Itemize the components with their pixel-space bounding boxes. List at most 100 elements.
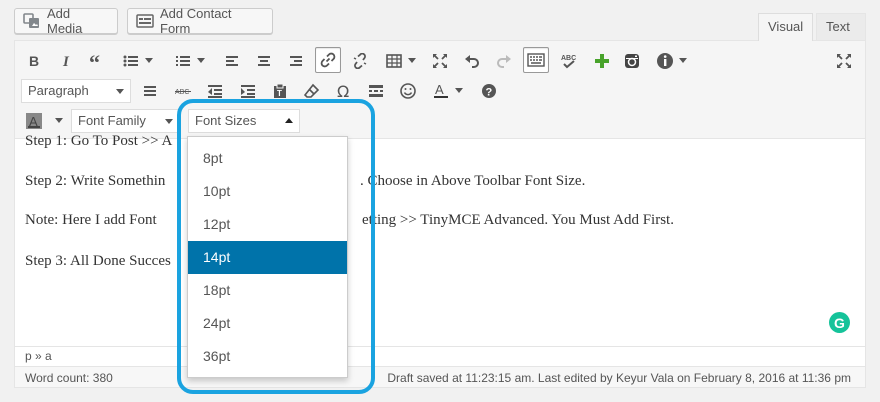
background-color-button[interactable]: A [21, 108, 63, 134]
blockquote-button[interactable]: “ [84, 48, 110, 74]
status-bar: Word count: 380 Draft saved at 11:23:15 … [15, 366, 865, 387]
chevron-down-icon [145, 58, 153, 63]
special-character-button[interactable]: Ω [331, 78, 357, 104]
editor-content[interactable]: Step 1: Go To Post >> A Step 2: Write So… [15, 133, 865, 349]
plus-icon [595, 54, 609, 68]
font-size-option[interactable]: 8pt [188, 142, 347, 175]
read-more-button[interactable] [363, 78, 389, 104]
font-sizes-value: Font Sizes [195, 113, 257, 128]
svg-text:?: ? [486, 87, 493, 99]
add-contact-form-button[interactable]: Add Contact Form [127, 6, 273, 36]
indent-button[interactable] [235, 78, 261, 104]
justify-icon [144, 86, 156, 96]
help-button[interactable]: ? [476, 78, 502, 104]
info-button[interactable] [652, 48, 687, 74]
content-line-end: etting >> TinyMCE Advanced. You Must Add… [362, 212, 674, 228]
tab-visual[interactable]: Visual [758, 13, 813, 41]
numbered-list-icon [176, 56, 190, 66]
italic-icon: I [62, 54, 70, 68]
font-size-option[interactable]: 36pt [188, 340, 347, 373]
instagram-icon [625, 54, 639, 68]
font-family-value: Font Family [78, 113, 146, 128]
chevron-down-icon [197, 58, 205, 63]
bold-button[interactable]: B [21, 48, 47, 74]
spellcheck-button[interactable]: ABC [556, 48, 582, 74]
unlink-button[interactable] [347, 48, 373, 74]
distraction-free-button[interactable] [831, 48, 857, 74]
expand-icon [837, 54, 851, 68]
outdent-button[interactable] [202, 78, 228, 104]
unlink-icon [353, 53, 367, 69]
svg-text:T: T [277, 89, 282, 98]
smiley-icon [400, 83, 416, 99]
chevron-down-icon [679, 58, 687, 63]
bullet-list-icon [123, 55, 138, 67]
clipboard-icon: T [274, 83, 286, 98]
fullscreen-button[interactable] [427, 48, 453, 74]
redo-button[interactable] [491, 48, 517, 74]
font-size-option[interactable]: 12pt [188, 208, 347, 241]
fullscreen-icon [433, 54, 447, 68]
paste-text-button[interactable]: T [267, 78, 293, 104]
text-color-icon: A [434, 83, 448, 98]
omega-icon: Ω [337, 83, 349, 99]
insert-link-button[interactable] [315, 47, 341, 73]
text-color-button[interactable]: A [428, 78, 463, 104]
toolbar-toggle-button[interactable] [523, 47, 549, 73]
numbered-list-button[interactable] [170, 48, 205, 74]
instagram-button[interactable] [619, 48, 645, 74]
form-icon [136, 14, 154, 28]
redo-icon [497, 55, 511, 68]
format-select[interactable]: Paragraph [21, 79, 131, 103]
undo-icon [465, 55, 479, 68]
add-media-button[interactable]: Add Media [14, 6, 118, 36]
chevron-down-icon [455, 88, 463, 93]
eraser-icon [304, 83, 320, 98]
font-size-dropdown: 8pt 10pt 12pt 14pt 18pt 24pt 36pt [187, 136, 348, 378]
read-more-icon [369, 85, 383, 97]
svg-text:B: B [29, 54, 39, 68]
undo-button[interactable] [459, 48, 485, 74]
add-button[interactable] [589, 48, 615, 74]
font-family-select[interactable]: Font Family [71, 109, 180, 133]
background-color-icon: A [26, 113, 42, 129]
clear-formatting-button[interactable] [299, 78, 325, 104]
align-center-button[interactable] [251, 48, 277, 74]
path-text[interactable]: p » a [25, 349, 52, 363]
svg-text:“: “ [89, 54, 100, 68]
blockquote-icon: “ [89, 54, 100, 68]
emoticons-button[interactable] [395, 78, 421, 104]
tab-text[interactable]: Text [816, 13, 866, 40]
font-sizes-select[interactable]: Font Sizes [188, 109, 300, 133]
italic-button[interactable]: I [53, 48, 79, 74]
content-line: Step 1: Go To Post >> A [25, 133, 173, 149]
word-count: Word count: 380 [25, 371, 113, 385]
bullet-list-button[interactable] [118, 48, 153, 74]
table-icon [386, 54, 402, 68]
link-icon [320, 52, 336, 68]
svg-text:A: A [435, 83, 444, 97]
font-size-option-selected[interactable]: 14pt [188, 241, 347, 274]
chevron-down-icon [116, 89, 124, 94]
chevron-up-icon [285, 118, 293, 123]
svg-text:ABC: ABC [175, 89, 189, 96]
add-contact-form-label: Add Contact Form [160, 6, 232, 36]
media-icon [23, 13, 39, 28]
svg-text:I: I [62, 54, 70, 68]
element-path: p » a [15, 346, 865, 366]
content-line-start: Step 2: Write Somethin [25, 173, 166, 189]
align-right-button[interactable] [283, 48, 309, 74]
font-size-option[interactable]: 10pt [188, 175, 347, 208]
grammarly-icon[interactable]: G [829, 312, 850, 333]
chevron-down-icon [408, 58, 416, 63]
align-left-button[interactable] [219, 48, 245, 74]
help-icon: ? [482, 84, 496, 99]
autosave-status: Draft saved at 11:23:15 am. Last edited … [387, 371, 851, 385]
font-size-option[interactable]: 24pt [188, 307, 347, 340]
indent-icon [241, 85, 255, 98]
horizontal-line-button[interactable] [137, 78, 163, 104]
font-size-option[interactable]: 18pt [188, 274, 347, 307]
strikethrough-button[interactable]: ABC [170, 78, 196, 104]
table-button[interactable] [381, 48, 416, 74]
editor: B I “ ABC Paragraph ABC T Ω A ? A Font F… [14, 40, 866, 388]
